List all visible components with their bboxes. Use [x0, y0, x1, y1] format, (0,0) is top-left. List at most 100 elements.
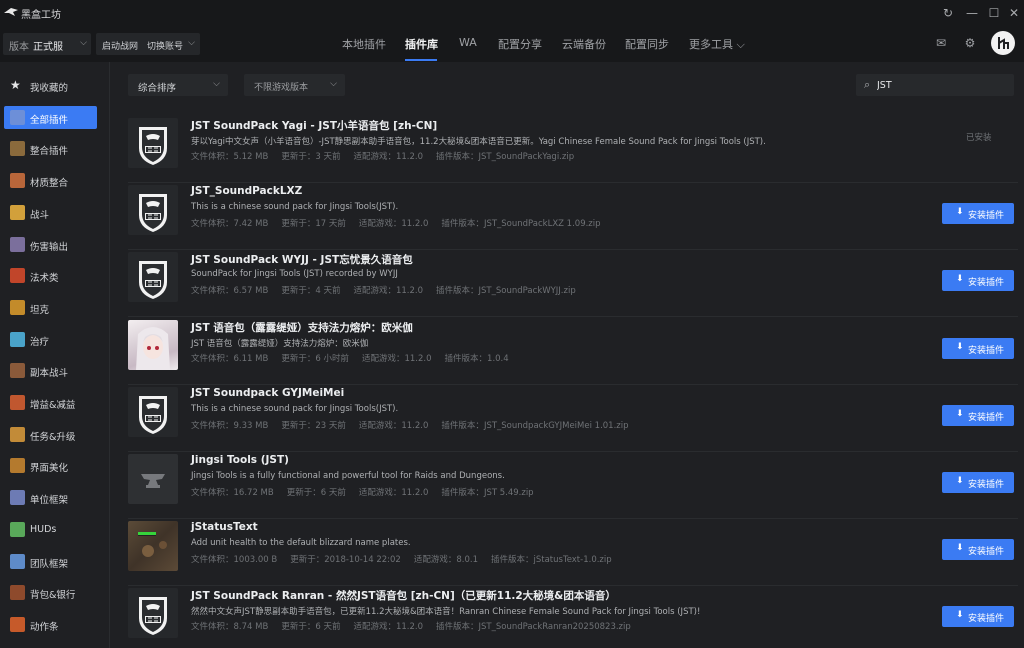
gear-icon[interactable]: ⚙ [963, 36, 977, 50]
plugin-title[interactable]: JST SoundPack WYJJ - JST忘忧景久语音包 [191, 252, 413, 267]
sidebar-item[interactable]: 伤害输出 [4, 233, 97, 256]
version-select[interactable]: 版本 正式服 ⌵ [3, 33, 91, 55]
close-button[interactable]: ✕ [1005, 4, 1023, 22]
tab-wa[interactable]: WA [459, 36, 477, 49]
plugin-meta-label: 插件版本： [436, 152, 479, 162]
plugin-meta-label: 插件版本： [444, 353, 488, 364]
tab-more-tools[interactable]: 更多工具 ⌵ [689, 36, 745, 52]
plugin-thumbnail [128, 252, 178, 303]
search-box[interactable]: ⌕ [856, 74, 1014, 96]
plugin-meta-label: 文件体积： [191, 555, 234, 566]
plugin-meta-game: 适配游戏：11.2.0 [353, 152, 423, 162]
sidebar-item[interactable]: 界面美化 [4, 454, 97, 477]
chevron-down-icon[interactable]: ⌵ [188, 38, 195, 48]
maximize-button[interactable]: ☐ [985, 4, 1003, 22]
plugin-meta-label: 文件体积： [191, 488, 234, 498]
plugin-meta-size: 文件体积：7.42 MB [191, 219, 268, 229]
sidebar-item[interactable]: HUDs [4, 518, 97, 541]
hud-icon [10, 521, 25, 537]
sidebar-item[interactable]: 副本战斗 [4, 359, 97, 382]
sidebar-item[interactable]: 整合插件 [4, 137, 97, 160]
plugin-meta: 文件体积：8.74 MB 更新于：6 天前 适配游戏：11.2.0 插件版本：JST_… [191, 620, 644, 632]
download-icon: ⬇ [956, 543, 964, 554]
plugin-row[interactable]: JST SoundPack Ranran - 然然JST语音包 [zh-CN]（… [128, 586, 1018, 648]
damage-icon [10, 236, 25, 252]
sidebar-item[interactable]: 增益&减益 [4, 391, 97, 414]
plugin-row[interactable]: JST Soundpack GYJMeiMei This is a chinese… [128, 385, 1018, 452]
sidebar-item[interactable]: 动作条 [4, 613, 97, 636]
plugin-description: 芽以Yagi中文女声（小羊语音包）-JST静思副本助手语音包，11.2大秘境&团… [191, 137, 766, 147]
install-button[interactable]: ⬇ 安装插件 [942, 606, 1014, 628]
plugin-meta-value: 11.2.0 [395, 286, 424, 297]
plugin-row[interactable]: jStatusText Add unit health to the defaul… [128, 519, 1018, 587]
install-button-label: 安装插件 [968, 345, 1005, 356]
plugin-title[interactable]: JST Soundpack GYJMeiMei [191, 387, 344, 399]
tab-local-addons[interactable]: 本地插件 [342, 36, 386, 52]
sidebar-item-label: 伤害输出 [30, 241, 69, 253]
plugin-meta-value: 5.12 MB [233, 152, 269, 162]
install-button[interactable]: ⬇ 安装插件 [942, 337, 1014, 359]
plugin-row[interactable]: Jingsi Tools (JST) Jingsi Tools is a full… [128, 452, 1018, 519]
tab-config-sync[interactable]: 配置同步 [625, 36, 669, 52]
sort-select[interactable]: 综合排序 ⌵ [128, 74, 228, 96]
switch-account-button[interactable]: 切换账号 [147, 39, 183, 52]
launch-battlenet-button[interactable]: 启动战网 [102, 39, 138, 52]
install-button-label: 安装插件 [968, 614, 1005, 625]
plugin-meta-label: 适配游戏： [358, 420, 402, 431]
plugin-description: This is a chinese sound pack for Jingsi … [191, 202, 399, 213]
avatar[interactable] [991, 31, 1015, 55]
plugin-meta-updated: 更新于：4 天前 [281, 286, 340, 296]
plugin-meta-value: 11.2.0 [401, 488, 429, 498]
plugin-title[interactable]: JST 语音包（露露缇娅）支持法力熔炉：欧米伽 [191, 320, 413, 335]
sidebar-item[interactable]: 坦克 [4, 296, 97, 319]
plugin-meta-label: 更新于： [281, 420, 316, 431]
install-button[interactable]: ⬇ 安装插件 [942, 404, 1014, 426]
sidebar-item[interactable]: 治疗 [4, 328, 97, 351]
sidebar-item-label: HUDs [30, 523, 57, 535]
sidebar-item[interactable]: 单位框架 [4, 486, 97, 509]
sidebar-item[interactable]: 任务&升级 [4, 423, 97, 446]
install-button[interactable]: ⬇ 安装插件 [942, 539, 1014, 561]
active-tab-indicator [405, 59, 437, 61]
tab-addon-library[interactable]: 插件库 [405, 36, 438, 52]
install-button[interactable]: ⬇ 安装插件 [942, 472, 1014, 493]
sidebar-item[interactable]: ★ 我收藏的 [4, 74, 97, 97]
refresh-icon[interactable]: ↻ [939, 4, 957, 22]
plugin-meta-label: 更新于： [281, 152, 316, 162]
plugin-row[interactable]: JST SoundPack WYJJ - JST忘忧景久语音包 SoundPack… [128, 250, 1018, 318]
install-button[interactable]: ⬇ 安装插件 [942, 203, 1014, 225]
sidebar-item[interactable]: 背包&银行 [4, 581, 97, 604]
install-button-label: 安装插件 [968, 480, 1005, 490]
tab-config-share[interactable]: 配置分享 [498, 36, 542, 52]
plugin-title[interactable]: Jingsi Tools (JST) [191, 454, 289, 466]
sidebar-item[interactable]: 法术类 [4, 264, 97, 287]
sidebar-item[interactable]: 团队框架 [4, 550, 97, 573]
sidebar-item[interactable]: 全部插件 [4, 105, 97, 129]
plugin-meta-label: 插件版本： [441, 420, 484, 431]
plugin-meta-label: 插件版本： [441, 488, 484, 498]
download-icon: ⬇ [956, 476, 964, 486]
plugin-title[interactable]: JST SoundPack Yagi - JST小羊语音包 [zh-CN] [191, 118, 437, 133]
plugin-meta-label: 更新于： [290, 555, 325, 566]
plugin-title[interactable]: JST_SoundPackLXZ [191, 185, 302, 197]
search-input[interactable] [877, 77, 1007, 93]
mail-icon[interactable]: ✉ [934, 36, 948, 50]
plugin-row[interactable]: JST 语音包（露露缇娅）支持法力熔炉：欧米伽 JST 语音包（露露缇娅）支持法力… [128, 318, 1018, 385]
tab-cloud-backup[interactable]: 云端备份 [562, 36, 606, 52]
buff-icon [10, 395, 25, 410]
plugin-row[interactable]: JST SoundPack Yagi - JST小羊语音包 [zh-CN] 芽以Y… [128, 116, 1018, 183]
sidebar-item[interactable]: 材质整合 [4, 169, 97, 192]
sidebar-item[interactable]: 战斗 [4, 201, 97, 224]
plugin-meta-version: 插件版本：1.0.4 [445, 354, 509, 364]
tank-icon [10, 299, 25, 315]
plugin-meta-version: 插件版本：JST_SoundPackLXZ 1.09.zip [441, 219, 600, 229]
install-button[interactable]: ⬇ 安装插件 [942, 270, 1014, 292]
plugin-meta-value: 11.2.0 [404, 353, 432, 364]
plugin-title[interactable]: JST SoundPack Ranran - 然然JST语音包 [zh-CN]（… [191, 588, 616, 603]
plugin-row[interactable]: JST_SoundPackLXZ This is a chinese sound … [128, 183, 1018, 251]
plugin-title[interactable]: jStatusText [191, 521, 258, 533]
game-version-select[interactable]: 不限游戏版本 ⌵ [244, 74, 345, 96]
minimize-button[interactable]: — [963, 4, 981, 22]
star-icon: ★ [10, 78, 21, 92]
plugin-meta-version: 插件版本：JST 5.49.zip [441, 488, 533, 498]
